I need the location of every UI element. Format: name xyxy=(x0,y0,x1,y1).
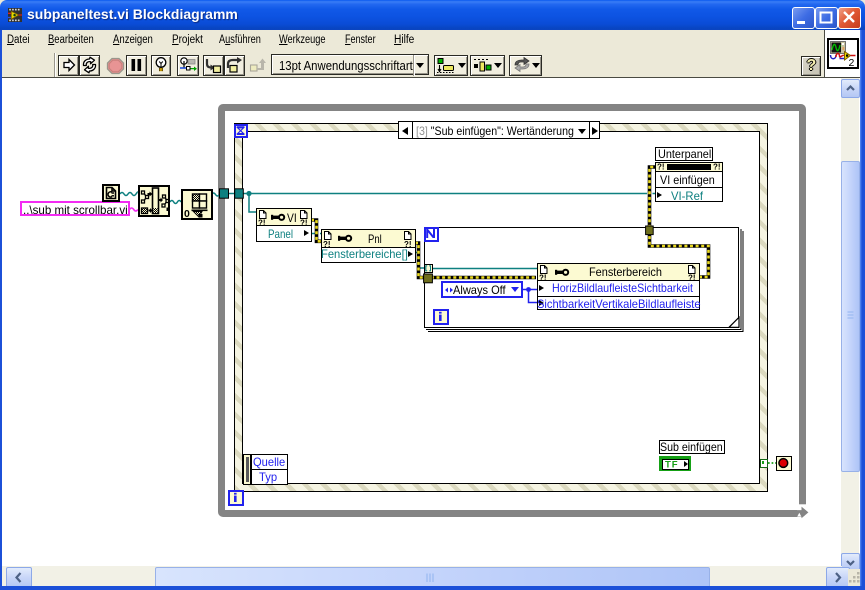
svg-text:0: 0 xyxy=(184,208,190,218)
svg-text:TF: TF xyxy=(665,460,679,468)
